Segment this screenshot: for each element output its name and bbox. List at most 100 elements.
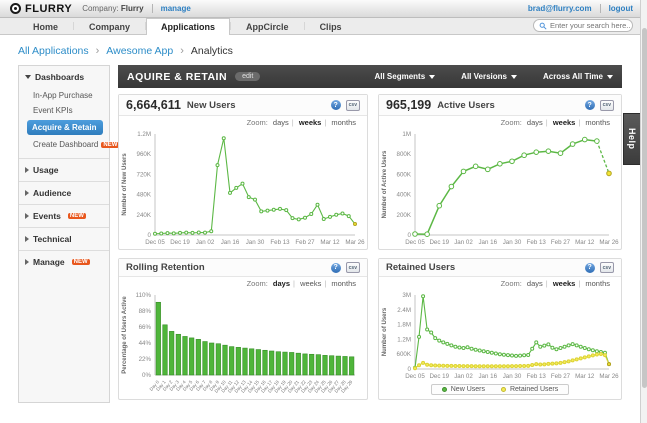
zoom-days[interactable]: days bbox=[273, 279, 290, 288]
sidebar-section-audience[interactable]: Audience bbox=[19, 182, 109, 204]
search-box[interactable] bbox=[533, 19, 633, 32]
sidebar-section-technical[interactable]: Technical bbox=[19, 228, 109, 250]
chevron-down-icon bbox=[25, 75, 31, 79]
svg-text:88%: 88% bbox=[139, 308, 152, 315]
main-nav: Home Company Applications AppCircle Clip… bbox=[0, 18, 647, 35]
sidebar-item-in-app-purchase[interactable]: In-App Purchase bbox=[29, 88, 105, 103]
svg-text:Feb 27: Feb 27 bbox=[551, 239, 571, 246]
csv-export-icon[interactable]: csv bbox=[600, 100, 614, 111]
retained-users-chart: Number of Users0600K1.2M1.8M2.4M3MDec 05… bbox=[379, 288, 621, 383]
svg-text:Dec 05: Dec 05 bbox=[145, 239, 165, 246]
panel-active-users: 965,199 Active Users ? csv Zoom: days| w… bbox=[378, 94, 622, 250]
svg-text:Jan 02: Jan 02 bbox=[454, 373, 473, 380]
timerange-dropdown[interactable]: Across All Time bbox=[543, 72, 613, 81]
brand-name: FLURRY bbox=[25, 3, 72, 15]
zoom-days[interactable]: days bbox=[273, 118, 289, 127]
yellow-legend-marker bbox=[501, 387, 506, 392]
svg-text:Jan 30: Jan 30 bbox=[503, 373, 522, 380]
svg-text:Mar 12: Mar 12 bbox=[575, 373, 595, 380]
svg-text:Mar 26: Mar 26 bbox=[345, 239, 365, 246]
zoom-weeks[interactable]: weeks bbox=[299, 118, 322, 127]
breadcrumb: All Applications › Awesome App › Analyti… bbox=[18, 45, 647, 57]
help-tab[interactable]: Help bbox=[623, 113, 640, 165]
svg-text:Mar 12: Mar 12 bbox=[320, 239, 340, 246]
svg-text:Dec 19: Dec 19 bbox=[429, 373, 449, 380]
svg-text:1M: 1M bbox=[402, 131, 411, 138]
zoom-weeks[interactable]: weeks bbox=[553, 118, 576, 127]
svg-text:Mar 12: Mar 12 bbox=[575, 239, 595, 246]
zoom-months[interactable]: months bbox=[585, 279, 610, 288]
search-icon bbox=[539, 22, 547, 30]
svg-text:Dec 19: Dec 19 bbox=[429, 239, 449, 246]
zoom-control: Zoom: days| weeks| months bbox=[119, 116, 367, 127]
scrollbar[interactable] bbox=[640, 0, 647, 423]
zoom-weeks[interactable]: weeks bbox=[553, 279, 576, 288]
svg-text:Mar 26: Mar 26 bbox=[599, 239, 619, 246]
sidebar-section-manage[interactable]: Manage NEW bbox=[19, 251, 109, 273]
help-icon[interactable]: ? bbox=[331, 263, 341, 273]
svg-text:3M: 3M bbox=[402, 292, 411, 299]
chevron-right-icon: › bbox=[96, 45, 100, 57]
new-badge: NEW bbox=[101, 142, 119, 148]
svg-text:720K: 720K bbox=[137, 171, 152, 178]
sidebar-section-events[interactable]: Events NEW bbox=[19, 205, 109, 227]
svg-text:Dec 19: Dec 19 bbox=[170, 239, 190, 246]
top-bar: FLURRY Company: Flurry manage brad@flurr… bbox=[0, 0, 647, 18]
dashboard-header: AQUIRE & RETAIN edit All Segments All Ve… bbox=[118, 65, 622, 88]
chevron-right-icon: › bbox=[180, 45, 184, 57]
logout-link[interactable]: logout bbox=[609, 4, 633, 13]
csv-export-icon[interactable]: csv bbox=[600, 262, 614, 273]
panel-title: Rolling Retention bbox=[126, 262, 205, 273]
svg-text:Feb 13: Feb 13 bbox=[527, 239, 547, 246]
zoom-months[interactable]: months bbox=[331, 118, 356, 127]
user-email-link[interactable]: brad@flurry.com bbox=[528, 4, 592, 13]
sidebar-section-dashboards[interactable]: Dashboards bbox=[19, 66, 109, 88]
svg-text:22%: 22% bbox=[139, 356, 152, 363]
tab-company[interactable]: Company bbox=[74, 18, 145, 34]
panel-title: Retained Users bbox=[386, 262, 455, 273]
flurry-logo-icon bbox=[10, 3, 21, 14]
sidebar: Dashboards In-App Purchase Event KPIs Ac… bbox=[18, 65, 110, 403]
svg-text:Mar 26: Mar 26 bbox=[599, 373, 619, 380]
zoom-weeks[interactable]: weeks bbox=[300, 279, 321, 288]
svg-text:0: 0 bbox=[408, 232, 412, 239]
help-icon[interactable]: ? bbox=[585, 263, 595, 273]
zoom-days[interactable]: days bbox=[527, 118, 543, 127]
divider bbox=[600, 4, 601, 13]
edit-button[interactable]: edit bbox=[235, 72, 260, 81]
help-icon[interactable]: ? bbox=[585, 100, 595, 110]
new-badge: NEW bbox=[68, 213, 86, 219]
search-input[interactable] bbox=[550, 21, 630, 30]
manage-link[interactable]: manage bbox=[161, 4, 191, 13]
sidebar-item-acquire-retain[interactable]: Acquire & Retain bbox=[27, 120, 103, 135]
svg-text:Feb 27: Feb 27 bbox=[551, 373, 571, 380]
csv-export-icon[interactable]: csv bbox=[346, 262, 360, 273]
csv-export-icon[interactable]: csv bbox=[346, 100, 360, 111]
tab-clips[interactable]: Clips bbox=[305, 18, 357, 34]
tab-applications[interactable]: Applications bbox=[146, 18, 230, 35]
panel-new-users: 6,664,611 New Users ? csv Zoom: days| we… bbox=[118, 94, 368, 250]
zoom-months[interactable]: months bbox=[331, 279, 356, 288]
svg-text:400K: 400K bbox=[397, 192, 412, 199]
breadcrumb-all-applications[interactable]: All Applications bbox=[18, 45, 89, 57]
svg-text:1.2M: 1.2M bbox=[137, 131, 151, 138]
svg-text:480K: 480K bbox=[137, 192, 152, 199]
sidebar-item-create-dashboard[interactable]: Create DashboardNEW bbox=[29, 137, 105, 152]
tab-appcircle[interactable]: AppCircle bbox=[231, 18, 304, 34]
zoom-days[interactable]: days bbox=[527, 279, 543, 288]
new-users-total: 6,664,611 bbox=[126, 98, 181, 112]
tab-home[interactable]: Home bbox=[18, 18, 73, 34]
versions-dropdown[interactable]: All Versions bbox=[461, 72, 517, 81]
scrollbar-thumb[interactable] bbox=[642, 28, 647, 388]
svg-text:0: 0 bbox=[408, 366, 412, 373]
svg-text:Jan 02: Jan 02 bbox=[196, 239, 215, 246]
zoom-months[interactable]: months bbox=[585, 118, 610, 127]
svg-text:Dec 05: Dec 05 bbox=[405, 239, 425, 246]
svg-text:Feb 13: Feb 13 bbox=[527, 373, 547, 380]
sidebar-section-usage[interactable]: Usage bbox=[19, 159, 109, 181]
help-icon[interactable]: ? bbox=[331, 100, 341, 110]
segments-dropdown[interactable]: All Segments bbox=[374, 72, 435, 81]
breadcrumb-awesome-app[interactable]: Awesome App bbox=[106, 45, 173, 57]
sidebar-item-event-kpis[interactable]: Event KPIs bbox=[29, 103, 105, 118]
flurry-logo[interactable]: FLURRY bbox=[10, 3, 72, 15]
